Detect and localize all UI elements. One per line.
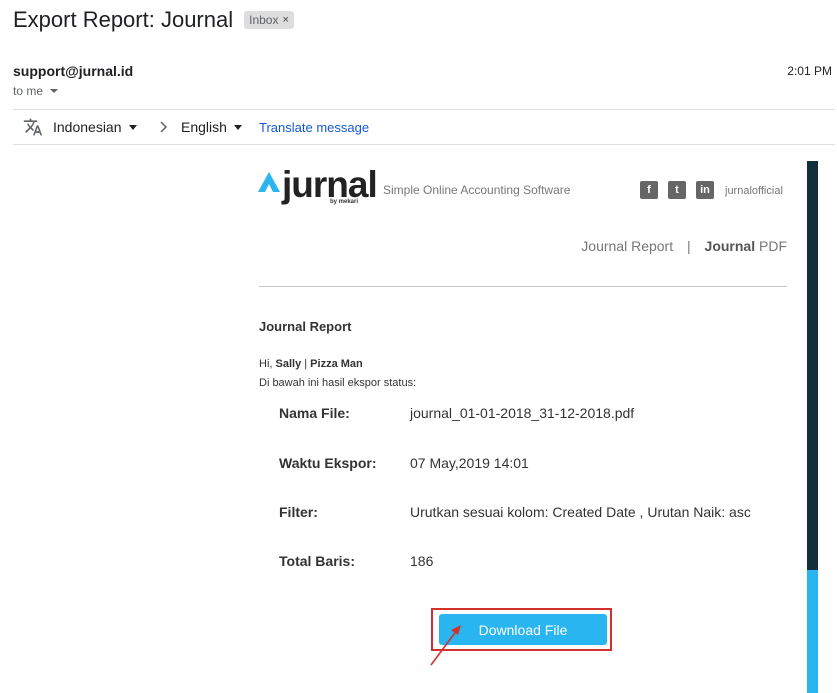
tagline: Simple Online Accounting Software: [383, 183, 571, 197]
journal-pdf-rest: PDF: [755, 238, 787, 254]
field-value: Urutkan sesuai kolom: Created Date , Uru…: [410, 504, 751, 520]
divider: [259, 286, 787, 287]
greeting-separator: |: [301, 358, 311, 370]
subject-row: Export Report: Journal Inbox ×: [13, 5, 294, 35]
field-label: Filter:: [279, 504, 318, 520]
target-language-select[interactable]: English: [181, 119, 242, 135]
email-time: 2:01 PM: [787, 64, 832, 78]
field-value: 186: [410, 553, 434, 569]
greeting-company: Pizza Man: [310, 358, 363, 370]
report-links: Journal Report | Journal PDF: [581, 238, 787, 254]
remove-label-icon[interactable]: ×: [282, 14, 288, 26]
field-value: journal_01-01-2018_31-12-2018.pdf: [410, 405, 635, 421]
source-language-label: Indonesian: [53, 119, 122, 135]
field-label: Total Baris:: [279, 553, 355, 569]
field-label: Waktu Ekspor:: [279, 455, 377, 471]
jurnal-logo-icon: [258, 172, 280, 192]
report-title: Journal Report: [259, 319, 352, 334]
chevron-down-icon[interactable]: [50, 89, 59, 93]
sender-address[interactable]: support@jurnal.id: [13, 63, 133, 79]
translate-icon: [23, 118, 43, 136]
chevron-right-icon: [160, 121, 168, 133]
recipient-details[interactable]: to me: [13, 84, 59, 98]
annotation-arrow-icon: [430, 625, 461, 666]
social-handle[interactable]: jurnalofficial: [725, 185, 783, 197]
brand-sub: by mekari: [330, 199, 359, 205]
greeting-name: Sally: [275, 358, 302, 370]
link-separator: |: [687, 238, 691, 254]
greeting-prefix: Hi,: [259, 358, 276, 370]
inbox-label-text: Inbox: [249, 13, 279, 27]
side-panel-dark: [807, 161, 818, 570]
recipient-text: to me: [13, 84, 44, 98]
description: Di bawah ini hasil ekspor status:: [259, 377, 417, 389]
journal-report-link[interactable]: Journal Report: [581, 238, 673, 254]
field-value: 07 May,2019 14:01: [410, 455, 529, 471]
journal-pdf-link[interactable]: Journal PDF: [705, 238, 787, 254]
chevron-down-icon: [128, 124, 137, 130]
greeting: Hi, Sally | Pizza Man: [259, 358, 363, 370]
translate-message-link[interactable]: Translate message: [259, 120, 369, 135]
chevron-down-icon: [233, 124, 242, 130]
side-panel-accent: [807, 570, 818, 693]
linkedin-icon[interactable]: in: [696, 181, 714, 199]
twitter-icon[interactable]: t: [668, 181, 686, 199]
inbox-label-badge[interactable]: Inbox ×: [244, 11, 294, 29]
field-label: Nama File:: [279, 405, 350, 421]
target-language-label: English: [181, 119, 227, 135]
email-subject: Export Report: Journal: [13, 7, 234, 32]
translate-bar: Indonesian English Translate message: [13, 109, 835, 145]
source-language-select[interactable]: Indonesian: [53, 119, 137, 135]
journal-pdf-bold: Journal: [704, 238, 756, 254]
jurnal-logo[interactable]: jurnal by mekari: [258, 164, 378, 210]
facebook-icon[interactable]: f: [640, 181, 658, 199]
